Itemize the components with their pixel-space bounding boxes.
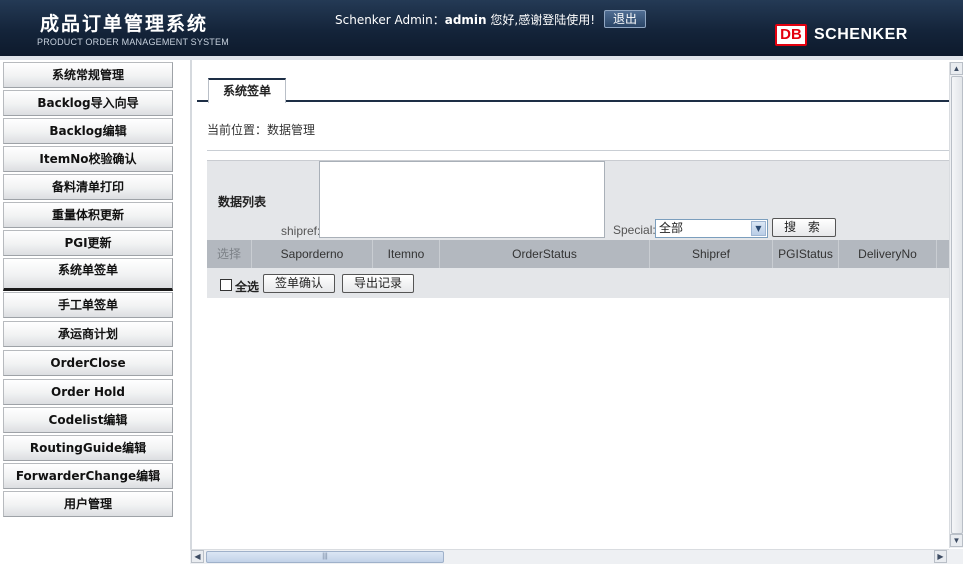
sidebar-item-backlog-edit[interactable]: Backlog编辑 xyxy=(3,118,173,144)
app-header: 成品订单管理系统 PRODUCT ORDER MANAGEMENT SYSTEM… xyxy=(0,0,963,56)
vertical-scrollbar[interactable]: ▲ ▼ xyxy=(949,62,963,548)
column-pgistatus[interactable]: PGIStatus xyxy=(773,240,839,268)
logo-text: SCHENKER xyxy=(814,26,908,43)
app-subtitle: PRODUCT ORDER MANAGEMENT SYSTEM xyxy=(37,37,229,47)
sidebar-item-forwarderchange-edit[interactable]: ForwarderChange编辑 xyxy=(3,463,173,489)
data-list-label: 数据列表 xyxy=(218,195,267,209)
sidebar-item-picklist-print[interactable]: 备料清单打印 xyxy=(3,174,173,200)
sidebar-item-codelist-edit[interactable]: Codelist编辑 xyxy=(3,407,173,433)
confirm-sign-button[interactable]: 签单确认 xyxy=(263,274,335,293)
sidebar-item-itemno-verify[interactable]: ItemNo校验确认 xyxy=(3,146,173,172)
special-select[interactable]: 全部 ▼ xyxy=(655,219,768,238)
sidebar-item-order-close[interactable]: OrderClose xyxy=(3,350,173,376)
sidebar-item-backlog-import[interactable]: Backlog导入向导 xyxy=(3,90,173,116)
chevron-down-icon[interactable]: ▼ xyxy=(751,221,766,236)
welcome-user: admin xyxy=(444,13,487,27)
search-button[interactable]: 搜 索 xyxy=(772,218,836,237)
column-orderstatus[interactable]: OrderStatus xyxy=(440,240,650,268)
welcome-prefix: Schenker Admin： xyxy=(335,13,445,27)
column-itemno[interactable]: Itemno xyxy=(373,240,440,268)
db-logo-mark: DB xyxy=(775,24,807,46)
schenker-logo: DB SCHENKER xyxy=(775,24,908,46)
breadcrumb-divider xyxy=(207,150,949,151)
welcome-suffix: 您好,感谢登陆使用! xyxy=(486,13,596,27)
breadcrumb: 当前位置：数据管理 xyxy=(207,123,316,137)
sidebar: 系统常规管理 Backlog导入向导 Backlog编辑 ItemNo校验确认 … xyxy=(0,60,176,564)
tab-bar xyxy=(197,76,949,102)
app-title: 成品订单管理系统 xyxy=(40,13,209,35)
sidebar-item-order-hold[interactable]: Order Hold xyxy=(3,379,173,405)
sidebar-item-pgi-update[interactable]: PGI更新 xyxy=(3,230,173,256)
horizontal-scroll-thumb[interactable]: ||| xyxy=(206,551,444,563)
select-all-label[interactable]: 全选 xyxy=(235,278,259,295)
sidebar-item-manual-sign[interactable]: 手工单签单 xyxy=(3,292,173,318)
vertical-scroll-thumb[interactable] xyxy=(951,76,963,534)
select-all-checkbox[interactable] xyxy=(220,279,232,291)
shipref-label: shipref: xyxy=(281,224,321,238)
shipref-textarea[interactable] xyxy=(319,161,605,238)
sidebar-item-system-sign[interactable]: 系统单签单 xyxy=(3,258,173,291)
horizontal-scrollbar[interactable]: ◀ ||| ▶ xyxy=(190,549,949,564)
welcome-message: Schenker Admin：admin 您好,感谢登陆使用! xyxy=(335,11,595,28)
scrollbar-corner xyxy=(949,549,963,564)
sidebar-item-weight-volume[interactable]: 重量体积更新 xyxy=(3,202,173,228)
column-deliveryno[interactable]: DeliveryNo xyxy=(839,240,937,268)
column-shipref[interactable]: Shipref xyxy=(650,240,773,268)
column-select: 选择 xyxy=(207,240,252,268)
sidebar-item-carrier-plan[interactable]: 承运商计划 xyxy=(3,321,173,347)
tab-system-sign[interactable]: 系统签单 xyxy=(208,78,286,103)
scroll-left-icon[interactable]: ◀ xyxy=(191,550,204,563)
sidebar-item-system-general[interactable]: 系统常规管理 xyxy=(3,62,173,88)
scroll-up-icon[interactable]: ▲ xyxy=(950,62,963,75)
logout-button[interactable]: 退出 xyxy=(604,10,646,28)
export-records-button[interactable]: 导出记录 xyxy=(342,274,414,293)
column-saporderno[interactable]: Saporderno xyxy=(252,240,373,268)
sidebar-item-routingguide-edit[interactable]: RoutingGuide编辑 xyxy=(3,435,173,461)
scroll-right-icon[interactable]: ▶ xyxy=(934,550,947,563)
special-selected-value: 全部 xyxy=(659,221,684,235)
special-label: Special: xyxy=(613,223,656,237)
sidebar-item-user-management[interactable]: 用户管理 xyxy=(3,491,173,517)
table-header: 选择 Saporderno Itemno OrderStatus Shipref… xyxy=(207,240,949,268)
scroll-down-icon[interactable]: ▼ xyxy=(950,534,963,547)
